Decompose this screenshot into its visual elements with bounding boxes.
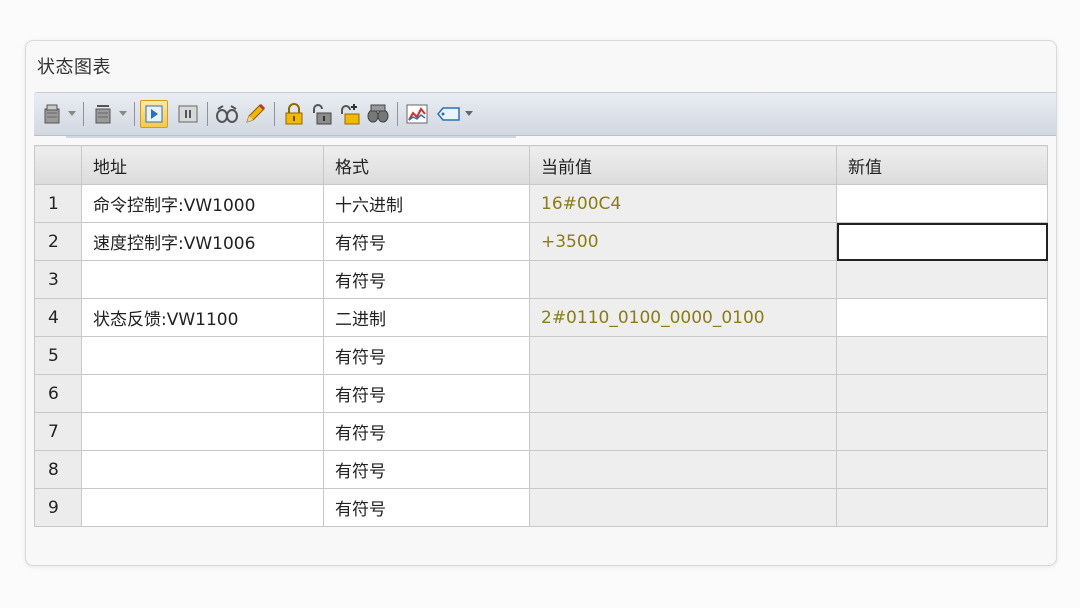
- format-cell[interactable]: 二进制: [323, 298, 530, 337]
- address-cell[interactable]: 状态反馈:VW1100: [81, 298, 324, 337]
- read-forced-icon[interactable]: [364, 100, 392, 128]
- new-value-cell[interactable]: [836, 298, 1048, 337]
- toolbar: [34, 92, 1056, 136]
- toolbar-separator: [83, 102, 84, 126]
- table-row: 9 有符号: [34, 488, 1048, 527]
- table-row: 4 状态反馈:VW1100 二进制 2#0110_0100_0000_0100: [34, 298, 1048, 337]
- current-value-cell: [529, 260, 837, 299]
- format-cell[interactable]: 十六进制: [323, 184, 530, 223]
- row-number[interactable]: 8: [34, 450, 82, 489]
- chevron-down-icon[interactable]: [463, 100, 475, 128]
- glasses-icon[interactable]: [213, 100, 241, 128]
- chevron-down-icon[interactable]: [66, 100, 78, 128]
- current-value-cell: [529, 412, 837, 451]
- row-number[interactable]: 6: [34, 374, 82, 413]
- format-cell[interactable]: 有符号: [323, 374, 530, 413]
- pencil-icon[interactable]: [241, 100, 269, 128]
- chevron-down-icon[interactable]: [117, 100, 129, 128]
- new-value-cell[interactable]: [836, 184, 1048, 223]
- new-value-cell[interactable]: [836, 374, 1048, 413]
- table-row: 1 命令控制字:VW1000 十六进制 16#00C4: [34, 184, 1048, 223]
- table-header-row: 地址 格式 当前值 新值: [34, 145, 1048, 185]
- address-cell[interactable]: 命令控制字:VW1000: [81, 184, 324, 223]
- status-chart-window: 状态图表 地址 格式 当前值 新值 1 命令控制字:VW1000 十六进制 16…: [25, 40, 1057, 566]
- current-value-cell: [529, 374, 837, 413]
- new-value-cell[interactable]: [836, 488, 1048, 527]
- table-row: 2 速度控制字:VW1006 有符号 +3500: [34, 222, 1048, 261]
- row-number[interactable]: 9: [34, 488, 82, 527]
- format-cell[interactable]: 有符号: [323, 450, 530, 489]
- address-cell[interactable]: [81, 374, 324, 413]
- new-value-cell[interactable]: [836, 412, 1048, 451]
- toolbar-separator: [207, 102, 208, 126]
- format-cell[interactable]: 有符号: [323, 336, 530, 375]
- table-row: 8 有符号: [34, 450, 1048, 489]
- new-value-cell[interactable]: [836, 260, 1048, 299]
- row-number[interactable]: 4: [34, 298, 82, 337]
- column-header-new-value[interactable]: 新值: [836, 145, 1048, 185]
- address-cell[interactable]: 速度控制字:VW1006: [81, 222, 324, 261]
- window-title: 状态图表: [37, 57, 111, 78]
- new-value-cell-selected[interactable]: [836, 222, 1048, 261]
- table-row: 5 有符号: [34, 336, 1048, 375]
- current-value-cell: 2#0110_0100_0000_0100: [529, 298, 837, 337]
- table-row: 6 有符号: [34, 374, 1048, 413]
- table-row: 7 有符号: [34, 412, 1048, 451]
- stop-trend-icon[interactable]: [174, 100, 202, 128]
- row-number[interactable]: 1: [34, 184, 82, 223]
- row-number[interactable]: 3: [34, 260, 82, 299]
- tag-icon[interactable]: [435, 100, 463, 128]
- toolbar-separator: [134, 102, 135, 126]
- unforce-icon[interactable]: [308, 100, 336, 128]
- trend-view-icon[interactable]: [403, 100, 431, 128]
- current-value-cell: [529, 450, 837, 489]
- address-cell[interactable]: [81, 336, 324, 375]
- corner-header: [34, 145, 82, 185]
- column-header-format[interactable]: 格式: [323, 145, 530, 185]
- row-number[interactable]: 7: [34, 412, 82, 451]
- current-value-cell: +3500: [529, 222, 837, 261]
- column-header-current-value[interactable]: 当前值: [529, 145, 837, 185]
- address-cell[interactable]: [81, 488, 324, 527]
- toolbar-underline: [66, 136, 516, 138]
- address-cell[interactable]: [81, 412, 324, 451]
- address-cell[interactable]: [81, 260, 324, 299]
- format-cell[interactable]: 有符号: [323, 222, 530, 261]
- format-cell[interactable]: 有符号: [323, 260, 530, 299]
- new-value-cell[interactable]: [836, 336, 1048, 375]
- row-number[interactable]: 5: [34, 336, 82, 375]
- delete-row-icon[interactable]: [89, 100, 117, 128]
- new-value-cell[interactable]: [836, 450, 1048, 489]
- address-cell[interactable]: [81, 450, 324, 489]
- current-value-cell: [529, 336, 837, 375]
- insert-row-icon[interactable]: [38, 100, 66, 128]
- current-value-cell: [529, 488, 837, 527]
- format-cell[interactable]: 有符号: [323, 488, 530, 527]
- status-table: 地址 格式 当前值 新值 1 命令控制字:VW1000 十六进制 16#00C4…: [34, 145, 1048, 527]
- format-cell[interactable]: 有符号: [323, 412, 530, 451]
- toolbar-separator: [274, 102, 275, 126]
- row-number[interactable]: 2: [34, 222, 82, 261]
- table-row: 3 有符号: [34, 260, 1048, 299]
- column-header-address[interactable]: 地址: [81, 145, 324, 185]
- current-value-cell: 16#00C4: [529, 184, 837, 223]
- unforce-all-icon[interactable]: [336, 100, 364, 128]
- toolbar-separator: [397, 102, 398, 126]
- force-lock-icon[interactable]: [280, 100, 308, 128]
- single-read-icon[interactable]: [140, 100, 168, 128]
